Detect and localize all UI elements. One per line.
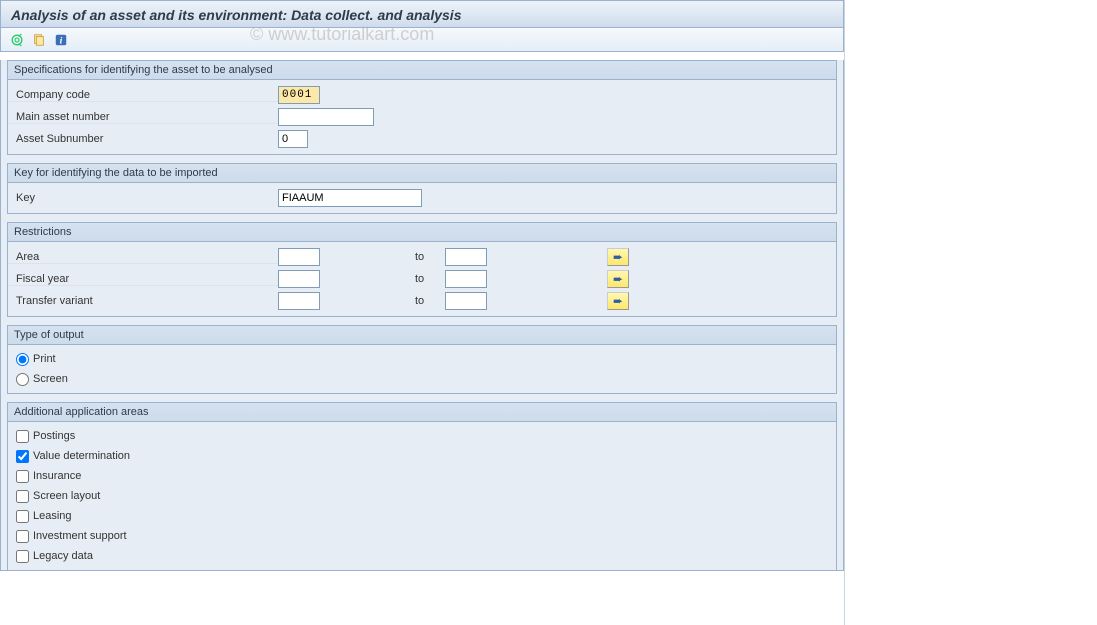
area-to-input[interactable] xyxy=(445,248,487,266)
to-label: to xyxy=(415,295,445,307)
list-item[interactable]: Leasing xyxy=(8,506,836,526)
transfer-variant-from-input[interactable] xyxy=(278,292,320,310)
transfer-variant-to-input[interactable] xyxy=(445,292,487,310)
area-multiple-selection-button[interactable]: ➨ xyxy=(607,248,629,266)
arrow-right-icon: ➨ xyxy=(613,251,623,263)
checkbox-label: Investment support xyxy=(33,530,127,542)
group-output-type: Type of output Print Screen xyxy=(7,325,837,394)
arrow-right-icon: ➨ xyxy=(613,273,623,285)
group-key: Key for identifying the data to be impor… xyxy=(7,163,837,214)
area-from-input[interactable] xyxy=(278,248,320,266)
transfer-variant-multiple-selection-button[interactable]: ➨ xyxy=(607,292,629,310)
to-label: to xyxy=(415,273,445,285)
fiscal-year-from-input[interactable] xyxy=(278,270,320,288)
key-input[interactable] xyxy=(278,189,422,207)
leasing-checkbox[interactable] xyxy=(16,510,29,523)
fiscal-year-to-input[interactable] xyxy=(445,270,487,288)
fiscal-year-multiple-selection-button[interactable]: ➨ xyxy=(607,270,629,288)
group-caption: Specifications for identifying the asset… xyxy=(8,61,836,80)
value-determination-checkbox[interactable] xyxy=(16,450,29,463)
checkbox-label: Value determination xyxy=(33,450,130,462)
area-label: Area xyxy=(8,251,278,264)
list-item[interactable]: Value determination xyxy=(8,446,836,466)
output-print-label: Print xyxy=(33,353,56,365)
output-print-radio[interactable] xyxy=(16,353,29,366)
main-asset-label: Main asset number xyxy=(8,111,278,124)
company-code-label: Company code xyxy=(8,89,278,102)
arrow-right-icon: ➨ xyxy=(613,295,623,307)
transfer-variant-label: Transfer variant xyxy=(8,295,278,307)
company-code-input[interactable] xyxy=(278,86,320,104)
checkbox-label: Postings xyxy=(33,430,75,442)
group-restrictions: Restrictions Area to ➨ Fiscal year to ➨ xyxy=(7,222,837,317)
group-caption: Type of output xyxy=(8,326,836,345)
list-item[interactable]: Postings xyxy=(8,426,836,446)
legacy-data-checkbox[interactable] xyxy=(16,550,29,563)
checkbox-label: Insurance xyxy=(33,470,81,482)
info-icon[interactable]: i xyxy=(53,32,69,48)
asset-sub-label: Asset Subnumber xyxy=(8,133,278,145)
list-item[interactable]: Investment support xyxy=(8,526,836,546)
output-screen-radio[interactable] xyxy=(16,373,29,386)
investment-support-checkbox[interactable] xyxy=(16,530,29,543)
main-asset-input[interactable] xyxy=(278,108,374,126)
group-caption: Key for identifying the data to be impor… xyxy=(8,164,836,183)
checkbox-label: Leasing xyxy=(33,510,72,522)
output-screen-row[interactable]: Screen xyxy=(8,369,836,389)
watermark-text: © www.tutorialkart.com xyxy=(250,24,434,45)
group-specifications: Specifications for identifying the asset… xyxy=(7,60,837,155)
variant-icon[interactable] xyxy=(31,32,47,48)
fiscal-year-label: Fiscal year xyxy=(8,273,278,286)
application-toolbar: i © www.tutorialkart.com xyxy=(0,28,844,52)
key-label: Key xyxy=(8,192,278,204)
list-item[interactable]: Screen layout xyxy=(8,486,836,506)
insurance-checkbox[interactable] xyxy=(16,470,29,483)
output-print-row[interactable]: Print xyxy=(8,349,836,369)
group-additional-areas: Additional application areas Postings Va… xyxy=(7,402,837,570)
group-caption: Restrictions xyxy=(8,223,836,242)
execute-icon[interactable] xyxy=(9,32,25,48)
list-item[interactable]: Legacy data xyxy=(8,546,836,566)
list-item[interactable]: Insurance xyxy=(8,466,836,486)
asset-sub-input[interactable] xyxy=(278,130,308,148)
page-title: Analysis of an asset and its environment… xyxy=(11,7,461,23)
to-label: to xyxy=(415,251,445,263)
checkbox-label: Screen layout xyxy=(33,490,100,502)
title-bar: Analysis of an asset and its environment… xyxy=(0,0,844,28)
output-screen-label: Screen xyxy=(33,373,68,385)
screen-layout-checkbox[interactable] xyxy=(16,490,29,503)
svg-text:i: i xyxy=(60,35,63,46)
postings-checkbox[interactable] xyxy=(16,430,29,443)
group-caption: Additional application areas xyxy=(8,403,836,422)
checkbox-label: Legacy data xyxy=(33,550,93,562)
